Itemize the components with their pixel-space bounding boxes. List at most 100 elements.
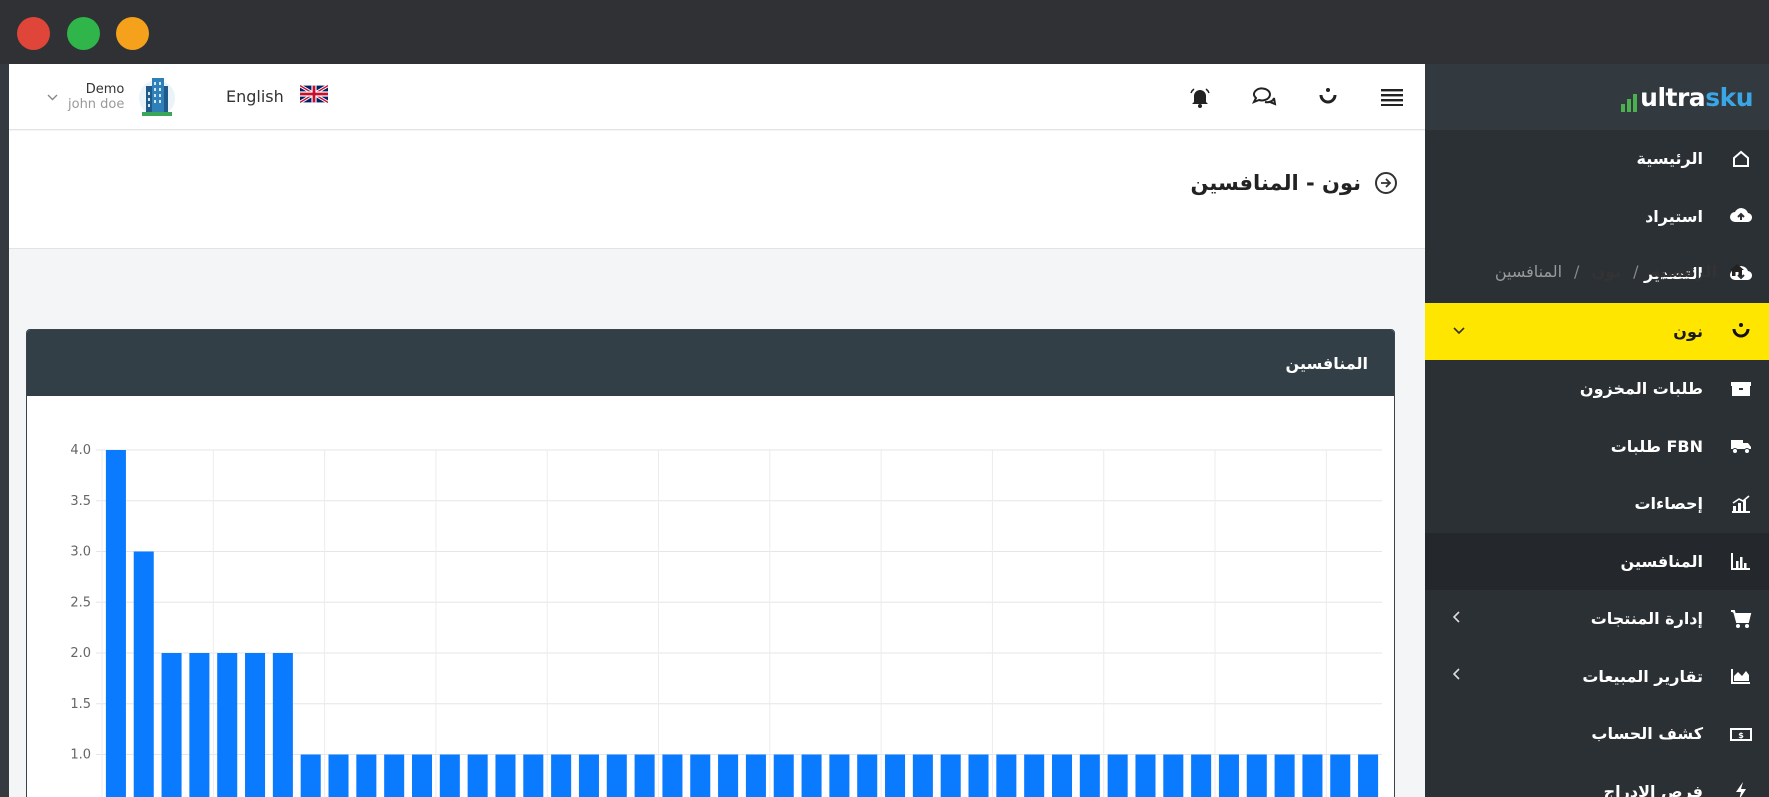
bar-chart-icon	[1729, 551, 1753, 571]
chart-bar	[1218, 754, 1239, 797]
sidebar-item-label: إحصاءات	[1634, 494, 1703, 514]
sidebar-item-stock-requests[interactable]: طلبات المخزون	[1425, 360, 1769, 418]
chart-bar	[105, 450, 126, 797]
chart-bar	[467, 754, 488, 797]
minimize-window-button[interactable]	[67, 17, 100, 50]
chart-bar	[217, 653, 238, 797]
card-title: المنافسين	[1285, 353, 1368, 373]
chart-bar	[1079, 754, 1100, 797]
chart-bar	[578, 754, 599, 797]
chart-bar	[189, 653, 210, 797]
brand[interactable]: ultra sku	[1425, 64, 1769, 130]
chart-bar	[745, 754, 766, 797]
chart-bar	[801, 754, 822, 797]
sidebar-item-home[interactable]: الرئيسية	[1425, 130, 1769, 188]
logo-text-sku: sku	[1705, 82, 1753, 112]
chart-bar	[1330, 754, 1351, 797]
notifications-bell-icon[interactable]	[1185, 82, 1215, 112]
logo-text-ultra: ultra	[1640, 82, 1706, 112]
breadcrumb: الرئيسية / نون / المنافسين	[1495, 262, 1745, 281]
stats-icon	[1729, 494, 1753, 514]
chevron-left-icon	[1452, 668, 1461, 684]
header-icons	[1185, 82, 1407, 112]
chart-bar	[718, 754, 739, 797]
boxes-icon	[1729, 380, 1753, 398]
chart-bar	[1051, 754, 1073, 797]
chart-bar	[885, 754, 906, 797]
noon-icon[interactable]	[1313, 82, 1343, 112]
ultrasku-logo[interactable]: ultra sku	[1621, 83, 1753, 112]
company-building-icon	[138, 72, 176, 122]
chart-bar	[1246, 754, 1267, 797]
bolt-icon	[1729, 781, 1753, 797]
chart-bar	[606, 754, 627, 797]
chart-bar	[634, 754, 655, 797]
chart-bar	[857, 754, 878, 797]
sidebar-item-fbn-requests[interactable]: طلبات FBN	[1425, 418, 1769, 476]
breadcrumb-separator: /	[1574, 262, 1580, 281]
chart-bar	[690, 754, 711, 797]
sidebar-item-account-statement[interactable]: كشف الحساب $	[1425, 705, 1769, 763]
sidebar-item-sales-reports[interactable]: تقارير المبيعات	[1425, 648, 1769, 706]
page-title-bar: نون - المنافسين	[9, 131, 1425, 249]
chart-bar	[1302, 754, 1323, 797]
y-tick-label: 3.5	[70, 494, 91, 509]
sidebar-item-label: الرئيسية	[1636, 149, 1704, 169]
chart-bar	[773, 754, 794, 797]
user-company: Demo	[85, 82, 125, 97]
app-window: ultra sku الرئيسية استيراد التصدير نون ط…	[9, 64, 1769, 797]
chart-bar	[1191, 754, 1212, 797]
sidebar-item-import[interactable]: استيراد	[1425, 188, 1769, 246]
sidebar-menu: الرئيسية استيراد التصدير نون طلبات المخز…	[1425, 130, 1769, 797]
chevron-left-icon	[1452, 611, 1461, 627]
sidebar-item-label: إدارة المنتجات	[1590, 609, 1703, 629]
truck-icon	[1729, 437, 1753, 455]
home-icon	[1729, 149, 1753, 169]
maximize-window-button[interactable]	[116, 17, 149, 50]
sidebar-item-label: تقارير المبيعات	[1582, 666, 1703, 686]
breadcrumb-home[interactable]: الرئيسية	[1651, 262, 1718, 281]
sidebar-item-label: طلبات FBN	[1610, 436, 1703, 456]
sidebar-item-competitors[interactable]: المنافسين	[1425, 532, 1769, 590]
chart-bar	[133, 551, 154, 797]
breadcrumb-noon[interactable]: نون	[1591, 262, 1621, 281]
chat-icon[interactable]	[1249, 82, 1279, 112]
chart-bar	[1163, 754, 1184, 797]
y-tick-label: 1.0	[70, 748, 91, 763]
arrow-circle-right-icon	[1375, 172, 1397, 194]
page-title: نون - المنافسين	[1190, 171, 1397, 195]
chart-bar	[523, 754, 544, 797]
sidebar-item-statistics[interactable]: إحصاءات	[1425, 475, 1769, 533]
user-menu[interactable]: Demo john doe	[47, 74, 176, 120]
chart-bar	[912, 754, 933, 797]
cart-icon	[1729, 609, 1753, 629]
card-header: المنافسين	[27, 330, 1394, 396]
breadcrumb-separator: /	[1633, 262, 1639, 281]
chart-bar	[940, 754, 961, 797]
window-titlebar	[0, 0, 1769, 64]
svg-text:$: $	[1738, 731, 1744, 740]
page-title-text: نون - المنافسين	[1190, 171, 1361, 195]
sidebar-item-label: استيراد	[1645, 206, 1703, 226]
y-tick-label: 2.5	[70, 595, 91, 610]
chart-bar	[384, 754, 405, 797]
sidebar-item-noon[interactable]: نون	[1425, 302, 1769, 360]
y-tick-label: 3.0	[70, 545, 91, 560]
chart-bar	[551, 754, 572, 797]
hamburger-menu-icon[interactable]	[1377, 82, 1407, 112]
close-window-button[interactable]	[17, 17, 50, 50]
chart-bar	[968, 754, 989, 797]
breadcrumb-current: المنافسين	[1494, 262, 1563, 281]
chart-bar	[356, 754, 377, 797]
sidebar-item-label: طلبات المخزون	[1579, 379, 1703, 399]
chart-bar	[411, 754, 433, 797]
sidebar: ultra sku الرئيسية استيراد التصدير نون ط…	[1425, 64, 1769, 797]
sidebar-item-label: كشف الحساب	[1591, 724, 1703, 744]
home-icon[interactable]	[1729, 263, 1745, 281]
language-label: English	[226, 86, 284, 106]
language-switcher[interactable]: English	[226, 84, 344, 107]
chart-bar	[1135, 754, 1156, 797]
sidebar-item-listing-opportunities[interactable]: فرص الإدراج	[1425, 763, 1769, 797]
chart-bar	[495, 754, 516, 797]
sidebar-item-product-management[interactable]: إدارة المنتجات	[1425, 590, 1769, 648]
